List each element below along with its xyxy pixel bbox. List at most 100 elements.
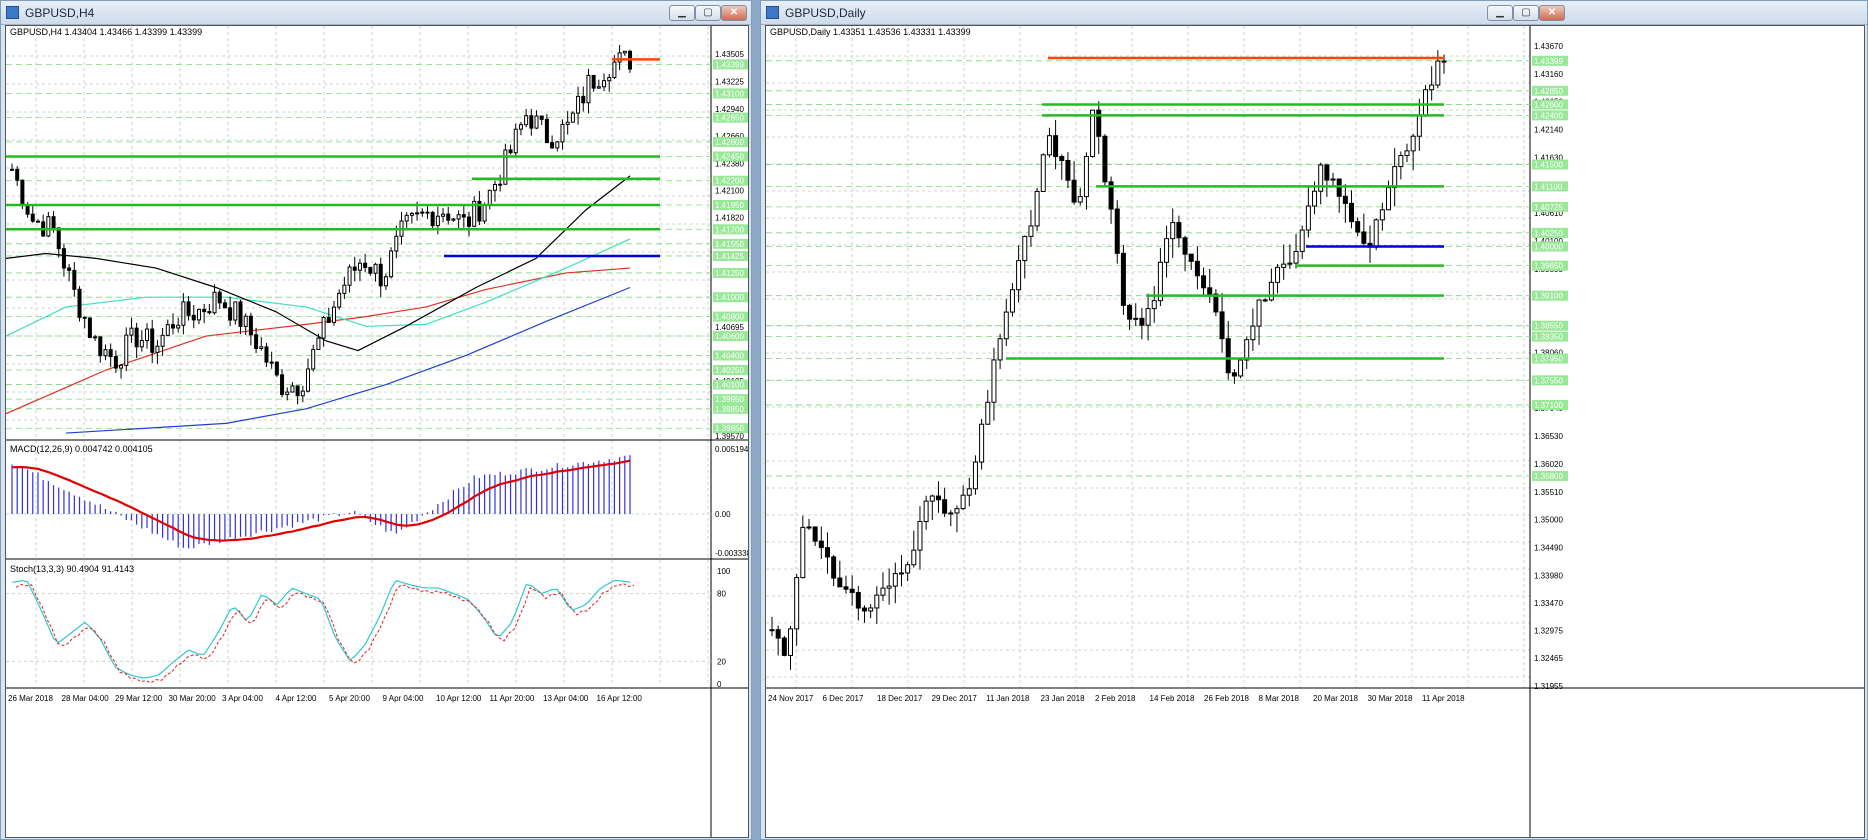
candle [238, 301, 243, 327]
candle [1281, 263, 1287, 268]
candle [487, 189, 492, 206]
time-axis-label: 10 Apr 12:00 [436, 694, 482, 703]
candle [1022, 235, 1028, 262]
candle [316, 337, 321, 350]
candle [1250, 325, 1256, 341]
candle [812, 526, 818, 542]
time-axis-label: 11 Apr 20:00 [490, 694, 535, 703]
candle [217, 291, 222, 304]
candle [394, 235, 399, 252]
price-level-label: 1.42850 [1534, 87, 1563, 96]
price-level-label: 1.43100 [715, 89, 744, 98]
close-button[interactable]: ✕ [721, 5, 747, 21]
candle [617, 52, 622, 63]
candle [311, 348, 316, 370]
candle [855, 592, 861, 609]
price-level-label: 1.42200 [715, 177, 744, 186]
candle [1194, 260, 1200, 277]
candle [326, 317, 331, 323]
candle [1127, 304, 1133, 320]
candle [461, 214, 466, 218]
daily-chart-svg[interactable]: GBPUSD,Daily 1.43351 1.43536 1.43331 1.4… [766, 26, 1865, 838]
price-level-label: 1.37950 [1534, 354, 1563, 363]
price-level-label: 1.42400 [1534, 111, 1563, 120]
price-level-label: 1.37550 [1534, 376, 1563, 385]
candle [1083, 155, 1089, 198]
h4-chart-svg[interactable]: GBPUSD,H4 1.43404 1.43466 1.43399 1.4339… [6, 26, 749, 838]
candle [960, 494, 966, 510]
price-axis-label: 1.31955 [1534, 682, 1563, 691]
candle [954, 508, 960, 514]
candle [513, 128, 518, 154]
price-axis-label: 1.41820 [715, 214, 744, 223]
maximize-button[interactable]: ▢ [695, 5, 721, 21]
candle [1053, 135, 1059, 158]
candle [1299, 229, 1305, 252]
candle [119, 364, 124, 369]
candle [612, 61, 617, 78]
time-axis-label: 24 Nov 2017 [768, 694, 814, 703]
candle [274, 361, 279, 376]
candle [565, 121, 570, 125]
candle [306, 368, 311, 392]
h4-window-titlebar[interactable]: GBPUSD,H4 ▁ ▢ ✕ [1, 1, 751, 25]
price-level-label: 1.42850 [715, 114, 744, 123]
price-level-label: 1.41000 [715, 293, 744, 302]
candle [1040, 154, 1046, 192]
minimize-button[interactable]: ▁ [1487, 5, 1513, 21]
candle [1102, 135, 1108, 183]
candle [415, 212, 420, 215]
candle [942, 499, 948, 514]
close-button[interactable]: ✕ [1539, 5, 1565, 21]
candle [233, 301, 238, 321]
daily-chart-window[interactable]: GBPUSD,Daily ▁ ▢ ✕ GBPUSD,Daily 1.43351 … [760, 0, 1868, 840]
candle [929, 495, 935, 502]
candle [787, 628, 793, 656]
candle [800, 526, 806, 579]
h4-chart-area[interactable]: GBPUSD,H4 1.43404 1.43466 1.43399 1.4339… [5, 25, 749, 838]
candle [898, 572, 904, 575]
price-level-label: 1.40600 [715, 332, 744, 341]
candle [1231, 372, 1237, 377]
price-level-label: 1.35800 [1534, 472, 1563, 481]
candle [435, 215, 440, 227]
candle [1176, 222, 1182, 239]
candle [1164, 238, 1170, 263]
candle [1225, 338, 1231, 374]
candle [1324, 164, 1330, 181]
time-axis-label: 23 Jan 2018 [1041, 694, 1086, 703]
candle [383, 276, 388, 287]
h4-chart-window[interactable]: GBPUSD,H4 ▁ ▢ ✕ GBPUSD,H4 1.43404 1.4346… [0, 0, 752, 840]
price-axis-label: 1.35000 [1534, 516, 1563, 525]
price-level-label: 1.40725 [1534, 203, 1563, 212]
candle [165, 324, 170, 336]
price-axis-label: 1.32975 [1534, 626, 1563, 635]
candle [775, 629, 781, 639]
candle [191, 314, 196, 321]
moving-average-black [6, 175, 631, 352]
macd-signal-line [11, 459, 631, 542]
maximize-button[interactable]: ▢ [1513, 5, 1539, 21]
candle [446, 213, 451, 221]
candle [1016, 260, 1022, 291]
price-level-label: 1.41250 [715, 269, 744, 278]
candle [389, 250, 394, 278]
daily-chart-area[interactable]: GBPUSD,Daily 1.43351 1.43536 1.43331 1.4… [765, 25, 1865, 838]
candle [591, 74, 596, 89]
candle [1170, 222, 1176, 240]
candle [1028, 225, 1034, 237]
minimize-button[interactable]: ▁ [669, 5, 695, 21]
time-axis-label: 28 Mar 04:00 [62, 694, 110, 703]
candle [586, 74, 591, 104]
candle [498, 183, 503, 186]
daily-window-titlebar[interactable]: GBPUSD,Daily ▁ ▢ ✕ [761, 1, 1867, 25]
candle [1312, 190, 1318, 207]
time-axis-label: 13 Apr 04:00 [543, 694, 589, 703]
candle [1379, 209, 1385, 221]
time-axis-label: 3 Apr 04:00 [222, 694, 263, 703]
candle [20, 179, 25, 206]
candle [1330, 178, 1336, 181]
candle [979, 423, 985, 463]
candle [966, 488, 972, 496]
candle [87, 317, 92, 338]
